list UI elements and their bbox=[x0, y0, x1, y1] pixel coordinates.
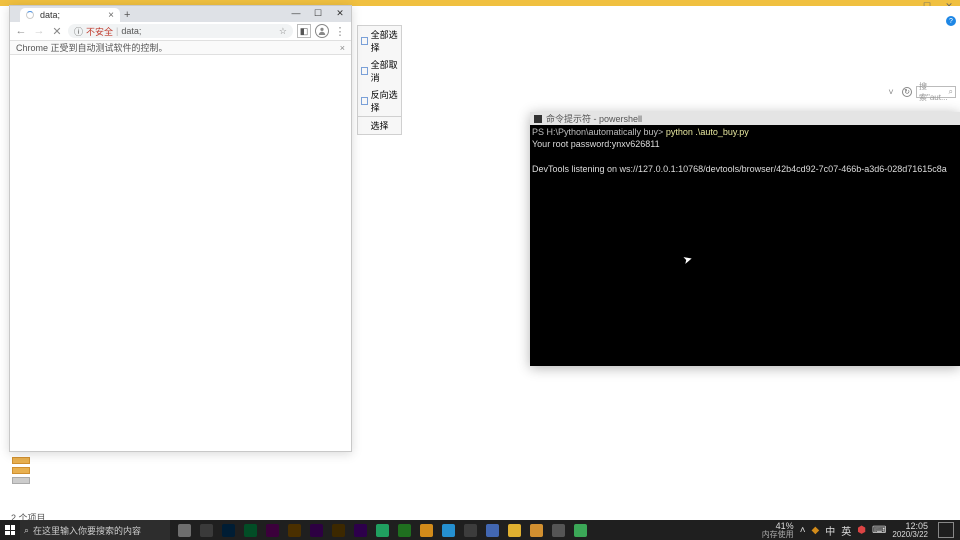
bookmark-star-icon[interactable]: ☆ bbox=[279, 26, 287, 37]
ime-lang1[interactable]: 中 bbox=[825, 523, 835, 538]
chrome-close-button[interactable]: ✕ bbox=[329, 6, 351, 20]
start-button[interactable] bbox=[0, 520, 20, 540]
ctx-footer: 选择 bbox=[358, 117, 401, 134]
terminal-icon bbox=[534, 115, 542, 123]
taskbar-search-input[interactable]: ⌕ 在这里输入你要搜索的内容 bbox=[20, 520, 170, 540]
clock-date: 2020/3/22 bbox=[892, 531, 928, 539]
taskbar-app-icon[interactable] bbox=[504, 520, 524, 540]
search-icon: ⌕ bbox=[949, 87, 953, 97]
browser-tab[interactable]: data; × bbox=[20, 8, 120, 22]
ctx-select-all[interactable]: 全部选择 bbox=[358, 26, 401, 56]
taskbar-clock[interactable]: 12:05 2020/3/22 bbox=[892, 522, 928, 539]
chevron-down-icon[interactable]: ˅ bbox=[884, 85, 898, 99]
taskbar-app-icon[interactable] bbox=[350, 520, 370, 540]
chrome-window-buttons: — ☐ ✕ bbox=[285, 6, 351, 20]
refresh-icon[interactable]: ↻ bbox=[902, 87, 912, 97]
taskbar-pinned-apps bbox=[174, 520, 590, 540]
back-button[interactable]: ← bbox=[14, 24, 28, 38]
chrome-address-bar: ← → ✕ ⓘ 不安全 | data; ☆ ◧ ⋮ bbox=[10, 22, 351, 41]
tray-shield-icon[interactable]: ⬢ bbox=[857, 525, 866, 536]
taskbar-app-icon[interactable] bbox=[394, 520, 414, 540]
taskbar-app-icon[interactable] bbox=[438, 520, 458, 540]
taskbar-app-icon[interactable] bbox=[372, 520, 392, 540]
terminal-output-line: Your root password:ynxv626811 bbox=[532, 139, 660, 149]
separator: | bbox=[116, 26, 118, 36]
url-text: data; bbox=[121, 26, 141, 36]
chrome-minimize-button[interactable]: — bbox=[285, 6, 307, 20]
file-thumbnail[interactable] bbox=[12, 467, 30, 474]
loading-spinner-icon bbox=[26, 11, 34, 19]
search-input[interactable]: 搜索"aut... ⌕ bbox=[916, 86, 956, 98]
taskbar-app-icon[interactable] bbox=[174, 520, 194, 540]
ctx-item-label: 反向选择 bbox=[371, 88, 398, 114]
forward-button[interactable]: → bbox=[32, 24, 46, 38]
tab-title: data; bbox=[40, 10, 60, 20]
terminal-prompt: PS H:\Python\automatically buy> bbox=[532, 127, 663, 137]
ctx-footer-label: 选择 bbox=[370, 119, 388, 132]
url-input[interactable]: ⓘ 不安全 | data; ☆ bbox=[68, 24, 293, 38]
terminal-output-line: DevTools listening on ws://127.0.0.1:107… bbox=[532, 164, 947, 174]
new-tab-button[interactable]: + bbox=[124, 9, 130, 22]
taskbar-app-icon[interactable] bbox=[460, 520, 480, 540]
taskbar-app-icon[interactable] bbox=[548, 520, 568, 540]
chrome-infobar: Chrome 正受到自动测试软件的控制。 × bbox=[10, 41, 351, 55]
notifications-button[interactable] bbox=[938, 522, 954, 538]
checkbox-icon bbox=[361, 97, 368, 105]
taskbar: ⌕ 在这里输入你要搜索的内容 41% 内存使用 ˄ ◆ 中 英 ⬢ ⌨ 12:0… bbox=[0, 520, 960, 540]
ime-lang2[interactable]: 英 bbox=[841, 523, 851, 538]
system-tray: 41% 内存使用 ˄ ◆ 中 英 ⬢ ⌨ 12:05 2020/3/22 bbox=[756, 522, 960, 539]
tab-close-button[interactable]: × bbox=[108, 10, 114, 21]
security-label: 不安全 bbox=[86, 25, 113, 38]
taskbar-app-icon[interactable] bbox=[262, 520, 282, 540]
search-icon: ⌕ bbox=[24, 525, 29, 536]
taskbar-search-placeholder: 在这里输入你要搜索的内容 bbox=[33, 524, 141, 537]
terminal-window: 命令提示符 - powershell PS H:\Python\automati… bbox=[530, 112, 960, 366]
ctx-invert[interactable]: 反向选择 bbox=[358, 86, 401, 116]
memory-usage-meter[interactable]: 41% 内存使用 bbox=[762, 522, 794, 539]
checkbox-icon bbox=[361, 37, 368, 45]
taskbar-app-icon[interactable] bbox=[570, 520, 590, 540]
chrome-maximize-button[interactable]: ☐ bbox=[307, 6, 329, 20]
taskbar-app-icon[interactable] bbox=[328, 520, 348, 540]
chrome-menu-button[interactable]: ⋮ bbox=[333, 24, 347, 38]
search-placeholder: 搜索"aut... bbox=[919, 81, 949, 103]
chrome-window: data; × + — ☐ ✕ ← → ✕ ⓘ 不安全 | data; ☆ ◧ … bbox=[9, 5, 352, 452]
stop-reload-button[interactable]: ✕ bbox=[50, 24, 64, 38]
taskbar-app-icon[interactable] bbox=[416, 520, 436, 540]
memory-label: 内存使用 bbox=[762, 531, 794, 539]
file-thumbnail[interactable] bbox=[12, 457, 30, 464]
info-icon: ⓘ bbox=[74, 25, 83, 38]
keyboard-icon[interactable]: ⌨ bbox=[872, 525, 886, 536]
ctx-deselect-all[interactable]: 全部取消 bbox=[358, 56, 401, 86]
chrome-tabbar: data; × + — ☐ ✕ bbox=[10, 6, 351, 22]
account-icon[interactable] bbox=[315, 24, 329, 38]
ctx-item-label: 全部选择 bbox=[371, 28, 398, 54]
context-menu: 全部选择 全部取消 反向选择 选择 bbox=[357, 25, 402, 135]
taskbar-app-icon[interactable] bbox=[218, 520, 238, 540]
terminal-titlebar[interactable]: 命令提示符 - powershell bbox=[530, 112, 960, 125]
terminal-body[interactable]: PS H:\Python\automatically buy> python .… bbox=[530, 125, 960, 178]
extension-icon[interactable]: ◧ bbox=[297, 24, 311, 38]
infobar-text: Chrome 正受到自动测试软件的控制。 bbox=[16, 41, 168, 54]
help-icon[interactable]: ? bbox=[946, 16, 956, 26]
taskbar-app-icon[interactable] bbox=[196, 520, 216, 540]
taskbar-app-icon[interactable] bbox=[482, 520, 502, 540]
taskbar-app-icon[interactable] bbox=[240, 520, 260, 540]
terminal-command: python .\auto_buy.py bbox=[663, 127, 748, 137]
infobar-close-button[interactable]: × bbox=[340, 43, 345, 53]
ctx-item-label: 全部取消 bbox=[371, 58, 398, 84]
toolbar-right: ˅ ↻ 搜索"aut... ⌕ bbox=[884, 85, 956, 99]
taskbar-app-icon[interactable] bbox=[526, 520, 546, 540]
checkbox-icon bbox=[361, 67, 368, 75]
file-thumbnail[interactable] bbox=[12, 477, 30, 484]
terminal-title: 命令提示符 - powershell bbox=[546, 112, 642, 125]
tray-chevron-up-icon[interactable]: ˄ bbox=[800, 525, 806, 536]
taskbar-app-icon[interactable] bbox=[284, 520, 304, 540]
windows-logo-icon bbox=[5, 525, 15, 535]
tray-app-icon[interactable]: ◆ bbox=[812, 525, 820, 536]
file-thumbnails bbox=[12, 457, 30, 484]
taskbar-app-icon[interactable] bbox=[306, 520, 326, 540]
